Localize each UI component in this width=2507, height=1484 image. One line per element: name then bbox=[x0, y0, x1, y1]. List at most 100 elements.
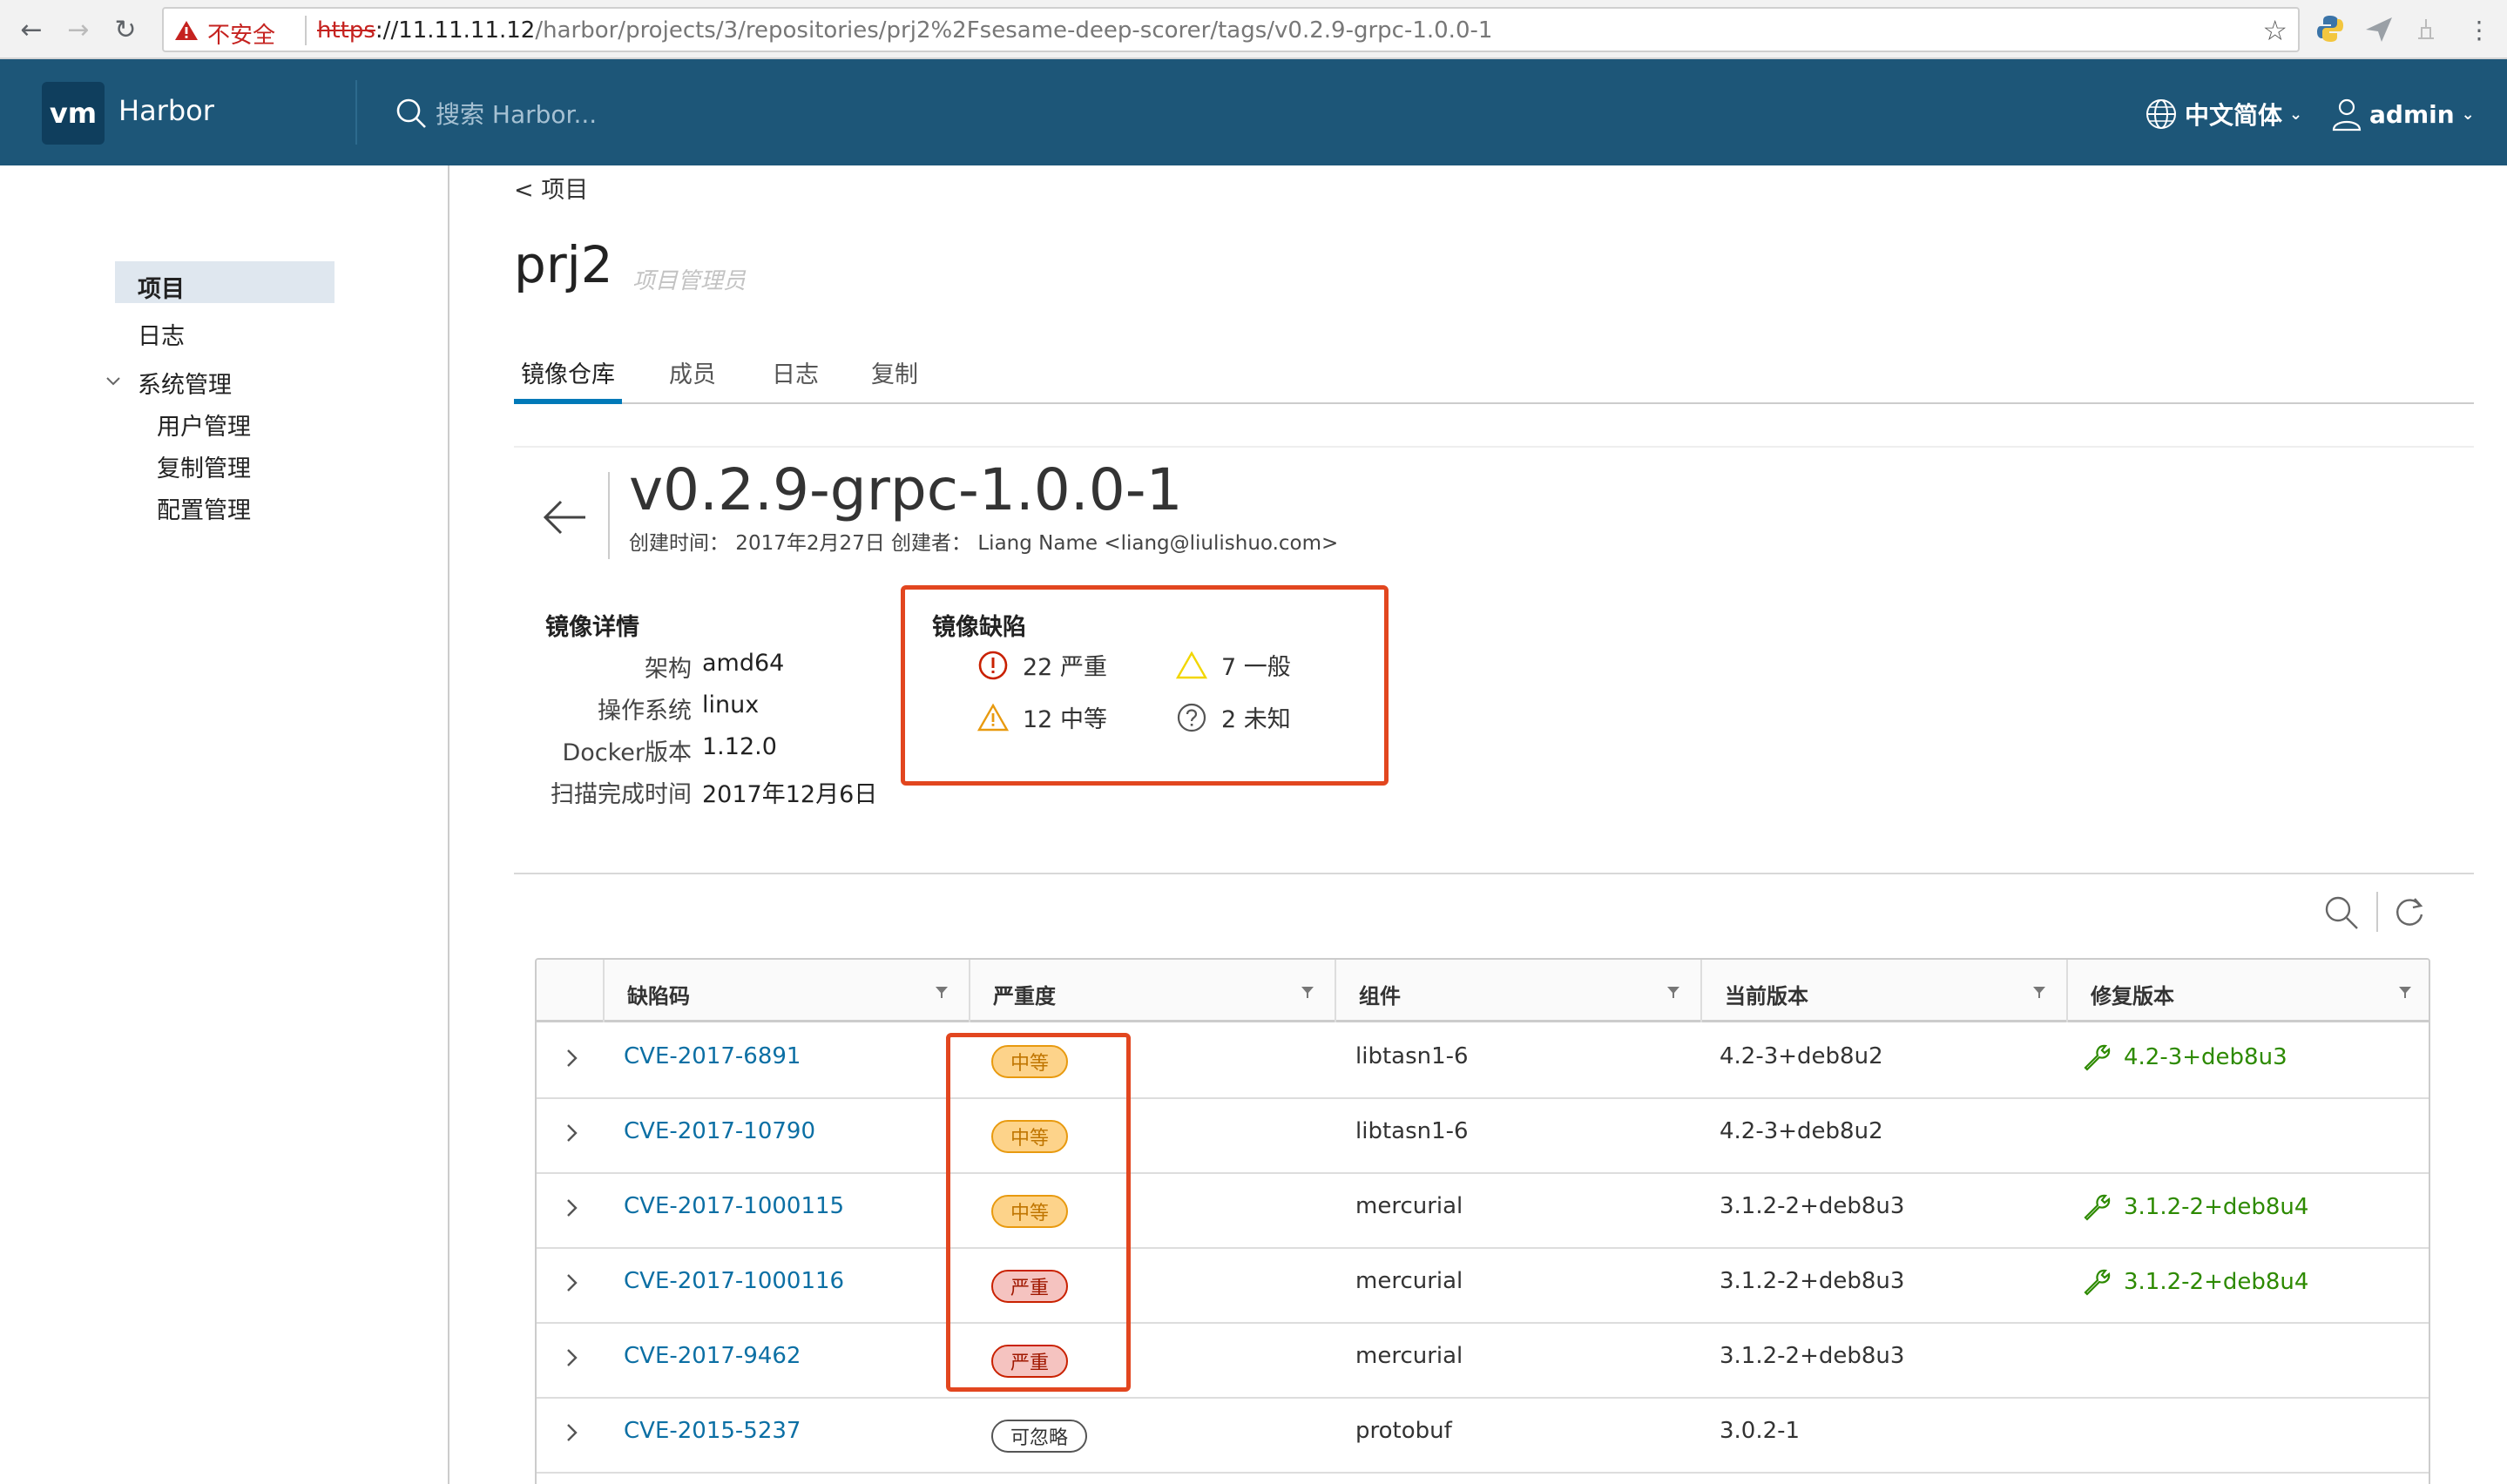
column-header-current-version[interactable]: 当前版本 bbox=[1700, 960, 2066, 1022]
extension-icon[interactable] bbox=[2409, 12, 2443, 45]
breadcrumb[interactable]: < 项目 bbox=[514, 171, 588, 205]
wrench-icon bbox=[2084, 1269, 2111, 1296]
bookmark-star-icon[interactable]: ☆ bbox=[2262, 14, 2287, 47]
detail-value-scan-time: 2017年12月6日 bbox=[702, 781, 878, 808]
filter-icon[interactable] bbox=[934, 984, 949, 1000]
username-label: admin bbox=[2369, 99, 2455, 129]
tab-members[interactable]: 成员 bbox=[669, 355, 716, 404]
chevron-right-icon[interactable] bbox=[559, 1270, 585, 1296]
chevron-down-icon: ⌄ bbox=[2289, 105, 2303, 124]
user-icon bbox=[2332, 98, 2362, 132]
table-row[interactable]: CVE-2017-6891 中等 libtasn1-6 4.2-3+deb8u2… bbox=[537, 1024, 2429, 1099]
app-name[interactable]: Harbor bbox=[118, 94, 214, 127]
detail-key-docker-version: Docker版本 bbox=[562, 739, 692, 766]
wrench-icon bbox=[2084, 1194, 2111, 1221]
detail-key-os: 操作系统 bbox=[598, 698, 692, 725]
python-extension-icon[interactable] bbox=[2314, 12, 2347, 45]
sidebar-item-logs[interactable]: 日志 bbox=[138, 317, 185, 351]
browser-toolbar: ← → ↻ 不安全 https://11.11.11.12/harbor/pro… bbox=[0, 0, 2507, 59]
warning-triangle-icon bbox=[977, 703, 1009, 731]
tab-replication[interactable]: 复制 bbox=[871, 355, 918, 404]
chevron-right-icon[interactable] bbox=[559, 1345, 585, 1371]
user-menu[interactable]: admin ⌄ bbox=[2331, 94, 2475, 134]
search-icon[interactable] bbox=[2322, 894, 2361, 932]
sidebar-item-projects[interactable]: 项目 bbox=[115, 261, 334, 303]
sidebar-item-configuration[interactable]: 配置管理 bbox=[157, 491, 251, 525]
chevron-right-icon[interactable] bbox=[559, 1045, 585, 1071]
sidebar-item-administration[interactable]: 系统管理 bbox=[138, 366, 232, 400]
current-version: 3.1.2-2+deb8u3 bbox=[1720, 1193, 1905, 1219]
column-header-package[interactable]: 组件 bbox=[1335, 960, 1700, 1022]
critical-count: 22 严重 bbox=[977, 648, 1107, 682]
cve-link[interactable]: CVE-2015-5237 bbox=[624, 1418, 801, 1444]
column-header-severity[interactable]: 严重度 bbox=[969, 960, 1335, 1022]
sidebar-item-replication[interactable]: 复制管理 bbox=[157, 449, 251, 483]
table-row[interactable]: CVE-2017-1000116 严重 mercurial 3.1.2-2+de… bbox=[537, 1249, 2429, 1324]
vulnerability-datagrid: 缺陷码 严重度 组件 当前版本 修复版本 CVE-2017-6891 中等 li… bbox=[535, 958, 2430, 1484]
warning-triangle-icon bbox=[1176, 651, 1207, 678]
url-text: https://11.11.11.12/harbor/projects/3/re… bbox=[317, 17, 1493, 44]
filter-icon[interactable] bbox=[2397, 984, 2413, 1000]
detail-value-os: linux bbox=[702, 691, 760, 718]
column-header-cve[interactable]: 缺陷码 bbox=[603, 960, 969, 1022]
cve-link[interactable]: CVE-2017-6891 bbox=[624, 1043, 801, 1069]
severity-badge: 可忽略 bbox=[991, 1420, 1088, 1453]
plane-extension-icon[interactable] bbox=[2362, 12, 2396, 45]
project-tabs: 镜像仓库 成员 日志 复制 bbox=[514, 355, 2474, 404]
current-version: 4.2-3+deb8u2 bbox=[1720, 1043, 1883, 1069]
sidebar: 项目 日志 系统管理 用户管理 复制管理 配置管理 bbox=[0, 165, 449, 1484]
table-row[interactable]: CVE-2017-9462 严重 mercurial 3.1.2-2+deb8u… bbox=[537, 1324, 2429, 1399]
current-version: 3.1.2-2+deb8u3 bbox=[1720, 1268, 1905, 1294]
unknown-count: 2 未知 bbox=[1176, 700, 1291, 734]
table-row[interactable]: CVE-2017-1000115 中等 mercurial 3.1.2-2+de… bbox=[537, 1174, 2429, 1249]
package-name: libtasn1-6 bbox=[1355, 1043, 1469, 1069]
current-version: 3.0.2-1 bbox=[1720, 1418, 1801, 1444]
back-arrow-icon[interactable] bbox=[540, 493, 589, 542]
cve-link[interactable]: CVE-2017-10790 bbox=[624, 1118, 815, 1144]
toolbar-divider bbox=[2376, 892, 2378, 932]
chevron-right-icon[interactable] bbox=[559, 1195, 585, 1221]
chevron-right-icon[interactable] bbox=[559, 1420, 585, 1446]
tab-logs[interactable]: 日志 bbox=[772, 355, 819, 404]
image-details-title: 镜像详情 bbox=[545, 614, 639, 641]
package-name: libtasn1-6 bbox=[1355, 1118, 1469, 1144]
cve-link[interactable]: CVE-2017-1000116 bbox=[624, 1268, 844, 1294]
question-circle-icon bbox=[1177, 703, 1206, 732]
package-name: mercurial bbox=[1355, 1193, 1463, 1219]
refresh-icon[interactable] bbox=[2390, 894, 2429, 932]
forward-icon[interactable]: → bbox=[61, 12, 96, 47]
cve-link[interactable]: CVE-2017-1000115 bbox=[624, 1193, 844, 1219]
vmware-logo[interactable]: vm bbox=[42, 82, 105, 145]
chevron-down-icon[interactable] bbox=[103, 371, 124, 392]
tag-divider bbox=[608, 472, 610, 559]
filter-icon[interactable] bbox=[1666, 984, 1681, 1000]
datagrid-header: 缺陷码 严重度 组件 当前版本 修复版本 bbox=[537, 960, 2429, 1022]
menu-icon[interactable]: ⋮ bbox=[2462, 12, 2497, 47]
column-header-fixed-version[interactable]: 修复版本 bbox=[2066, 960, 2429, 1022]
globe-icon bbox=[2146, 99, 2176, 129]
address-bar[interactable]: 不安全 https://11.11.11.12/harbor/projects/… bbox=[162, 7, 2300, 52]
filter-icon[interactable] bbox=[2031, 984, 2047, 1000]
tab-repositories[interactable]: 镜像仓库 bbox=[514, 355, 622, 404]
warning-icon bbox=[175, 21, 198, 40]
detail-key-scan-time: 扫描完成时间 bbox=[551, 781, 692, 808]
severity-highlight-box bbox=[946, 1033, 1131, 1392]
table-row[interactable]: CVE-2015-5237 可忽略 protobuf 3.0.2-1 bbox=[537, 1399, 2429, 1474]
tag-name: v0.2.9-grpc-1.0.0-1 bbox=[629, 456, 1183, 523]
table-row[interactable]: CVE-2017-10790 中等 libtasn1-6 4.2-3+deb8u… bbox=[537, 1099, 2429, 1174]
package-name: mercurial bbox=[1355, 1343, 1463, 1369]
filter-icon[interactable] bbox=[1300, 984, 1315, 1000]
back-icon[interactable]: ← bbox=[14, 12, 49, 47]
chevron-right-icon[interactable] bbox=[559, 1120, 585, 1146]
medium-count: 12 中等 bbox=[977, 700, 1107, 734]
sidebar-item-users[interactable]: 用户管理 bbox=[157, 408, 251, 442]
reload-icon[interactable]: ↻ bbox=[108, 12, 143, 47]
current-version: 3.1.2-2+deb8u3 bbox=[1720, 1343, 1905, 1369]
app-header: vm Harbor 中文简体 ⌄ admin ⌄ bbox=[0, 59, 2507, 165]
cve-link[interactable]: CVE-2017-9462 bbox=[624, 1343, 801, 1369]
language-selector[interactable]: 中文简体 ⌄ bbox=[2145, 94, 2302, 134]
low-count: 7 一般 bbox=[1176, 648, 1291, 682]
package-name: mercurial bbox=[1355, 1268, 1463, 1294]
global-search-input[interactable] bbox=[436, 94, 871, 134]
detail-key-arch: 架构 bbox=[645, 656, 692, 683]
